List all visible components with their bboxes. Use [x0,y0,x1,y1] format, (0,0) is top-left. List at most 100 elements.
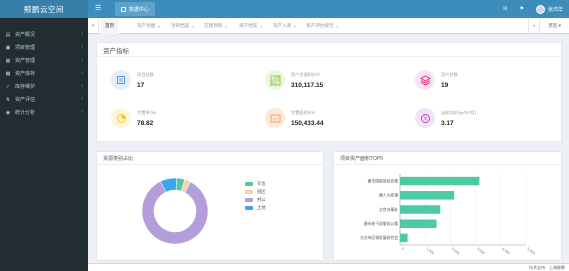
tabs-scroll-left-icon[interactable]: « [88,18,99,34]
kpi-value: 78.82 [137,120,154,127]
chevron-left-icon: ‹ [81,96,83,102]
tabs-scroll-right-icon[interactable]: » [528,18,539,34]
sidebar-item-label: 资产评估 [15,97,36,103]
tab-label: 资产评估报告 [306,23,334,28]
bar-panel-title: 项目资产面积TOP5 [334,152,561,165]
chevron-left-icon: ‹ [81,57,83,63]
y-tick-label: 唐人大商铺 [379,193,398,198]
kpi-panel-title: 资产指标 [97,43,561,57]
legend-label: 土地 [257,205,266,210]
tab-strip: « 首页 资产地图 ✕ 项目档案 ✕ 在建项目 ✕ 资产档案 ✕ 资产入库 ✕ 资产评估报… [88,18,569,34]
menu-toggle-icon[interactable]: ☰ [95,4,101,14]
yuan-icon: ¥ [415,108,435,128]
sidebar-item-assets[interactable]: ▦ 资产管理 ‹ [0,54,88,67]
monitor-icon [121,6,126,12]
legend-item[interactable]: 土地 [245,204,266,212]
close-tab-icon[interactable]: ✕ [191,24,194,29]
sidebar-item-projects[interactable]: ▣ 项目管理 ‹ [0,41,88,54]
tab-label: 首页 [105,23,115,28]
avatar [535,4,545,14]
sidebar-item-evaluation[interactable]: ⇅ 资产评估 ‹ [0,93,88,106]
sidebar-item-label: 统计分析 [15,110,36,116]
tab-label: 在建项目 [204,23,223,28]
legend-item[interactable]: 村公 [245,196,266,204]
legend-swatch [245,198,253,202]
kpi-label: 项目总数 [137,72,154,77]
bar-太仓市区城发展研究会[interactable] [400,233,408,243]
kpi-label: 空置面积(m²) [291,110,316,115]
stats-icon: ◉ [5,109,11,116]
kpi-value: 3.17 [441,120,454,127]
legend-swatch [245,206,253,210]
x-tick-label: 4,000 [501,247,510,256]
bell-icon[interactable]: ⚑ [520,6,524,12]
hatch-icon [265,70,285,90]
donut-panel-title: 资源类别占比 [97,152,323,165]
resource-category-panel: 资源类别占比 车位 园区 村公 土地 [96,151,324,261]
sidebar-item-overview[interactable]: ▤ 资产概况 ‹ [0,28,88,41]
app-brand[interactable]: 鲸鹏云空间 [0,0,88,18]
sidebar-item-label: 资产管理 [15,58,36,64]
tab-label: 资产地图 [137,23,156,28]
list-icon [111,70,131,90]
bar-唐市老干部服务公楼[interactable] [400,219,437,228]
donut-legend: 车位 园区 村公 土地 [245,180,266,212]
footer: 技术支持：上海鲸鹏 [88,263,569,271]
top-nav-tab-active[interactable]: 数据中心 [115,2,156,16]
top-bar: 鲸鹏云空间 ☰ 数据中心 ✉ ⚑ 张鸿华 [0,0,569,18]
pie-icon [111,108,131,128]
user-menu[interactable]: 张鸿华 [535,4,563,14]
close-tab-icon[interactable]: ✕ [259,24,262,29]
sidebar-item-statistics[interactable]: ◉ 统计分析 ‹ [0,106,88,119]
footer-text: 技术支持：上海鲸鹏 [529,265,565,270]
sidebar-item-maintenance[interactable]: ✓ 库存维护 ‹ [0,80,88,93]
bar-北京办事处[interactable] [400,205,441,214]
y-tick-label: 太仓市区城发展研究会 [360,235,398,240]
top-right-actions: ✉ ⚑ 张鸿华 [491,0,563,18]
close-tab-icon[interactable]: ✕ [293,24,296,29]
top-nav-tab-label: 数据中心 [129,6,150,13]
close-tab-icon[interactable]: ✕ [224,24,227,29]
sidebar: ▤ 资产概况 ‹ ▣ 项目管理 ‹ ▦ 资产管理 ‹ ▩ 资产库存 ‹ ✓ 库存… [0,18,88,271]
kpi-average-price: ¥ 当前均价(元/m²/月) 3.17 [415,108,476,128]
kpi-asset-count: 资产总数 19 [415,70,458,90]
x-tick-label: 0 [400,247,404,251]
close-tab-icon[interactable]: ✕ [336,24,339,29]
svg-text:m²: m² [273,116,278,121]
top5-area-panel: 项目资产面积TOP5 0 1,000 2,000 3,000 4,000 5,000 唐市国… [333,151,562,261]
kpi-value: 150,433.44 [291,120,324,127]
kpi-total-area: 资产总面积(m²) 310,117.15 [265,70,323,90]
tab-options-dropdown[interactable]: 页签 ▾ [539,18,569,34]
tab-asset-map[interactable]: 资产地图 ✕ [137,18,161,34]
kpi-project-count: 项目总数 17 [111,70,154,90]
m2-icon: m² [265,108,285,128]
y-tick-label: 唐市国税局综合楼 [368,178,399,183]
user-name: 张鸿华 [547,6,563,13]
x-tick-label: 1,000 [426,247,435,256]
donut-slice-村公[interactable] [141,180,209,245]
close-tab-icon[interactable]: ✕ [157,24,160,29]
kpi-value: 17 [137,82,145,89]
kpi-label: 当前均价(元/m²/月) [441,110,477,115]
sidebar-item-label: 资产库存 [15,71,36,77]
bar-唐市国税局综合楼[interactable] [400,176,480,186]
folder-icon: ▣ [5,44,11,51]
kpi-label: 资产总数 [441,72,458,77]
tab-home[interactable]: 首页 [101,18,119,34]
tab-project-archive[interactable]: 项目档案 ✕ [171,18,195,34]
sidebar-item-label: 资产概况 [15,32,36,38]
mail-icon[interactable]: ✉ [503,6,507,12]
legend-item[interactable]: 车位 [245,180,266,188]
chevron-left-icon: ‹ [81,70,83,76]
sidebar-item-inventory[interactable]: ▩ 资产库存 ‹ [0,67,88,80]
tab-evaluation-report[interactable]: 资产评估报告 ✕ [306,18,339,34]
legend-label: 车位 [257,181,266,186]
tab-asset-archive[interactable]: 资产档案 ✕ [239,18,263,34]
bar-唐人大商铺[interactable] [400,191,455,200]
legend-item[interactable]: 园区 [245,188,266,196]
tab-construction-projects[interactable]: 在建项目 ✕ [204,18,228,34]
tab-label: 项目档案 [171,23,190,28]
kpi-value: 19 [441,82,449,89]
tab-asset-storage[interactable]: 资产入库 ✕ [273,18,297,34]
donut-chart [141,177,209,245]
